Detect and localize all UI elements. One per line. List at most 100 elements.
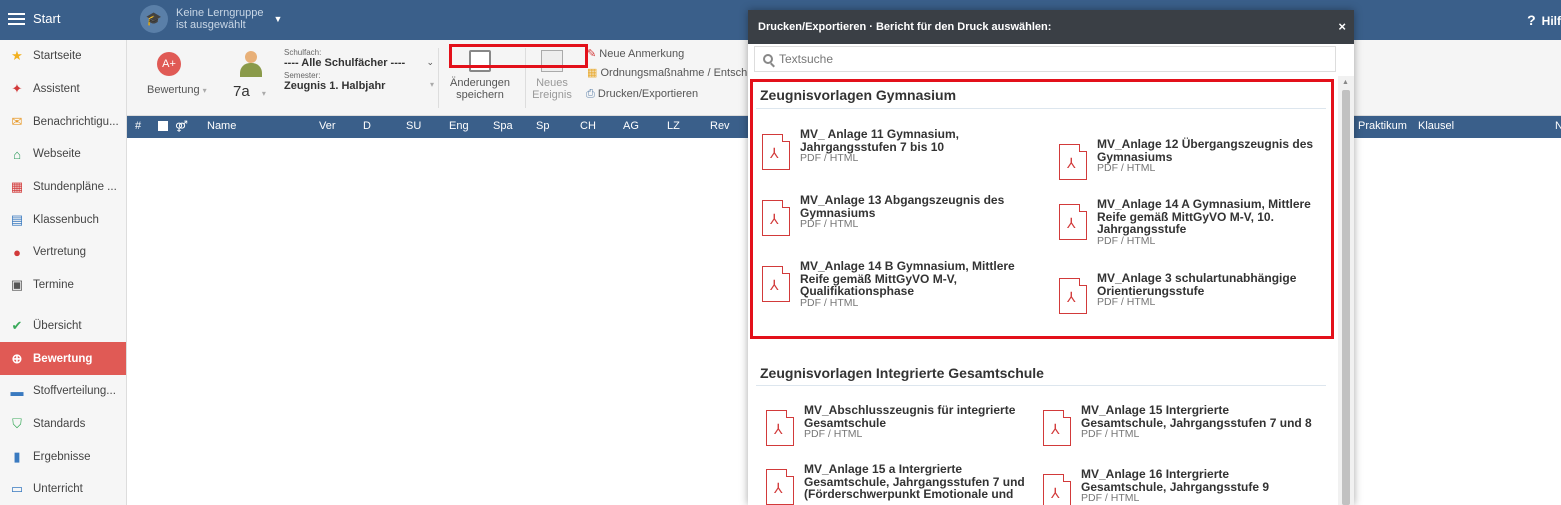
start-menu-button[interactable]: Start bbox=[8, 11, 60, 26]
pdf-file-icon: ⅄ bbox=[766, 469, 794, 505]
grade-icon: A+ bbox=[157, 52, 181, 76]
col-number: # bbox=[135, 120, 142, 132]
sidebar-item-benachrichtigungen[interactable]: ✉ Benachrichtigu... bbox=[0, 105, 126, 138]
sidebar-item-termine[interactable]: ▣ Termine bbox=[0, 269, 126, 302]
template-item[interactable]: ⅄ MV_Abschlusszeugnis für integrierte Ge… bbox=[766, 404, 1036, 446]
schulfach-select[interactable]: ---- Alle Schulfächer ---- ⌄ bbox=[284, 57, 434, 69]
template-item[interactable]: ⅄ MV_Anlage 15 Intergrierte Gesamtschule… bbox=[1043, 404, 1313, 446]
search-placeholder: Textsuche bbox=[779, 52, 834, 66]
col-rev[interactable]: Rev bbox=[710, 120, 730, 132]
board-icon: ▭ bbox=[10, 481, 24, 497]
col-eng[interactable]: Eng bbox=[449, 120, 469, 132]
sidebar-item-label: Übersicht bbox=[33, 319, 82, 332]
sidebar-item-assistent[interactable]: ✦ Assistent bbox=[0, 73, 126, 106]
shield-check-icon: ⛉ bbox=[12, 415, 22, 431]
start-menu-label: Start bbox=[33, 11, 61, 26]
pdf-file-icon: ⅄ bbox=[766, 410, 794, 446]
col-ver[interactable]: Ver bbox=[319, 120, 336, 132]
bewertung-dropdown[interactable]: A+ Bewertung ▾ bbox=[147, 52, 207, 96]
template-name: MV_Anlage 15 Intergrierte Gesamtschule, … bbox=[1081, 403, 1312, 430]
col-spa[interactable]: Spa bbox=[493, 120, 513, 132]
col-ag[interactable]: AG bbox=[623, 120, 639, 132]
sidebar-item-label: Stoffverteilung... bbox=[33, 385, 116, 398]
sidebar-item-stundenplaene[interactable]: ▦ Stundenpläne ... bbox=[0, 171, 126, 204]
sidebar-item-bewertung[interactable]: ⊕ Bewertung bbox=[0, 342, 126, 375]
new-note-button[interactable]: ✎ Neue Anmerkung bbox=[587, 47, 684, 60]
event-line2: Ereignis bbox=[532, 89, 572, 101]
col-sp[interactable]: Sp bbox=[536, 120, 549, 132]
sidebar-item-label: Standards bbox=[33, 417, 86, 430]
template-item[interactable]: ⅄ MV_Anlage 15 a Intergrierte Gesamtschu… bbox=[766, 463, 1036, 505]
disciplinary-measure-button[interactable]: ▦ Ordnungsmaßnahme / Entsch bbox=[587, 66, 747, 79]
section-title-gesamtschule: Zeugnisvorlagen Integrierte Gesamtschule bbox=[760, 365, 1044, 381]
template-name: MV_Anlage 16 Intergrierte Gesamtschule, … bbox=[1081, 467, 1270, 494]
template-format: PDF / HTML bbox=[1081, 428, 1140, 440]
col-ch[interactable]: CH bbox=[580, 120, 596, 132]
section-divider bbox=[756, 385, 1326, 386]
sidebar-item-label: Stundenpläne ... bbox=[33, 181, 117, 194]
col-n[interactable]: N bbox=[1555, 120, 1561, 132]
sidebar-item-standards[interactable]: ⛉ Standards bbox=[0, 408, 126, 441]
sidebar-item-label: Klassenbuch bbox=[33, 213, 99, 226]
highlight-box-print bbox=[449, 44, 588, 68]
sidebar-item-webseite[interactable]: ⌂ Webseite bbox=[0, 138, 126, 171]
learning-group-selector[interactable]: 🎓 Keine Lerngruppe ist ausgewählt ▼ bbox=[140, 5, 282, 33]
dialog-header: Drucken/Exportieren · Bericht für den Dr… bbox=[748, 10, 1354, 44]
sidebar-item-stoffverteilung[interactable]: ▬ Stoffverteilung... bbox=[0, 375, 126, 408]
print-export-dialog: Drucken/Exportieren · Bericht für den Dr… bbox=[748, 10, 1354, 505]
scroll-thumb[interactable] bbox=[1342, 90, 1350, 505]
class-label: 7a bbox=[233, 83, 250, 100]
close-icon[interactable]: × bbox=[1338, 19, 1346, 34]
pdf-file-icon: ⅄ bbox=[1043, 474, 1071, 505]
text-search-input[interactable]: Textsuche bbox=[754, 46, 1336, 72]
template-name: MV_Anlage 15 a Intergrierte Gesamtschule… bbox=[804, 462, 1025, 501]
template-item[interactable]: ⅄ MV_Anlage 16 Intergrierte Gesamtschule… bbox=[1043, 468, 1313, 505]
col-su[interactable]: SU bbox=[406, 120, 421, 132]
hamburger-icon bbox=[8, 12, 25, 25]
chevron-down-icon: ▾ bbox=[202, 86, 207, 95]
semester-select[interactable]: Zeugnis 1. Halbjahr ▾ bbox=[284, 80, 434, 92]
note-label: Neue Anmerkung bbox=[599, 48, 685, 60]
printer-icon: ⎙ bbox=[586, 88, 595, 100]
pin-icon: ✎ bbox=[587, 48, 597, 60]
calendar-icon: ▣ bbox=[10, 277, 24, 293]
sidebar-item-label: Termine bbox=[33, 279, 74, 292]
print-export-button[interactable]: ⎙ Drucken/Exportieren bbox=[586, 88, 698, 101]
dialog-scrollbar[interactable]: ▲ bbox=[1338, 76, 1354, 505]
book-icon: ▤ bbox=[10, 211, 24, 227]
divider bbox=[438, 48, 439, 108]
wizard-icon: ✦ bbox=[11, 81, 23, 97]
sidebar-item-klassenbuch[interactable]: ▤ Klassenbuch bbox=[0, 203, 126, 236]
sidebar-item-label: Webseite bbox=[33, 148, 81, 161]
pdf-file-icon: ⅄ bbox=[1043, 410, 1071, 446]
template-format: PDF / HTML bbox=[1081, 492, 1140, 504]
home-icon: ⌂ bbox=[13, 146, 21, 162]
help-button[interactable]: ? Hilf bbox=[1527, 12, 1561, 28]
print-label: Drucken/Exportieren bbox=[597, 88, 699, 100]
col-lz[interactable]: LZ bbox=[667, 120, 680, 132]
calendar-grid-icon: ▦ bbox=[10, 179, 24, 195]
graduation-cap-icon: 🎓 bbox=[140, 5, 168, 33]
highlight-box-section bbox=[750, 79, 1334, 339]
gender-icon: ⚤ bbox=[175, 121, 188, 133]
select-all-checkbox[interactable] bbox=[158, 121, 168, 131]
sidebar-item-label: Vertretung bbox=[33, 246, 87, 259]
col-name[interactable]: Name bbox=[207, 120, 236, 132]
bewertung-label: Bewertung bbox=[147, 84, 200, 96]
col-klausel[interactable]: Klausel bbox=[1418, 120, 1454, 132]
save-line1: Änderungen bbox=[450, 77, 510, 89]
col-praktikum[interactable]: Praktikum bbox=[1358, 120, 1407, 132]
col-d[interactable]: D bbox=[363, 120, 371, 132]
sidebar-item-uebersicht[interactable]: ✔ Übersicht bbox=[0, 310, 126, 343]
chevron-down-icon: ▾ bbox=[261, 89, 266, 98]
dialog-title: Drucken/Exportieren · Bericht für den Dr… bbox=[758, 21, 1052, 33]
sidebar-item-label: Benachrichtigu... bbox=[33, 115, 119, 128]
chevron-down-icon: ▼ bbox=[273, 14, 283, 24]
class-selector[interactable]: 7a ▾ bbox=[233, 50, 266, 100]
scroll-up-icon[interactable]: ▲ bbox=[1342, 79, 1349, 86]
sidebar-item-unterricht[interactable]: ▭ Unterricht bbox=[0, 473, 126, 505]
sidebar-item-startseite[interactable]: ★ Startseite bbox=[0, 40, 126, 73]
chevron-down-icon: ▾ bbox=[429, 80, 434, 89]
sidebar-item-vertretung[interactable]: ● Vertretung bbox=[0, 236, 126, 269]
sidebar-item-ergebnisse[interactable]: ▮ Ergebnisse bbox=[0, 440, 126, 473]
